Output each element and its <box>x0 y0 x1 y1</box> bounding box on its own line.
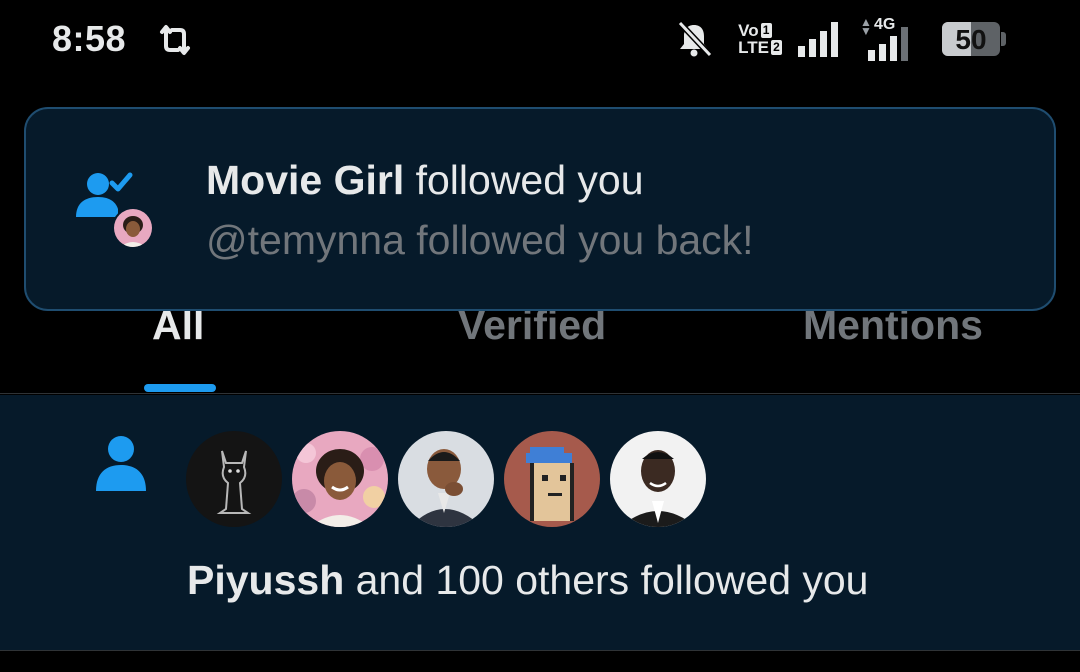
network-indicator: ▲ ▼ 4G <box>860 16 922 62</box>
battery-percent: 50 <box>955 24 987 55</box>
volte-indicator: Vo 1 LTE 2 <box>738 22 782 56</box>
sim-slot-1: 1 <box>760 23 772 38</box>
follow-toast[interactable]: Movie Girl followed you @temynna followe… <box>24 107 1056 311</box>
follower-name[interactable]: Piyussh <box>187 557 344 603</box>
mute-bell-icon <box>677 20 713 58</box>
toast-action: followed you <box>404 157 644 203</box>
person-icon <box>96 436 146 491</box>
toast-avatar <box>112 207 154 249</box>
volte-top-label: Vo <box>738 21 759 40</box>
man-thinking-avatar[interactable] <box>398 431 494 527</box>
signal-sim2-icon <box>868 27 908 61</box>
volte-bottom-label: LTE <box>738 38 769 57</box>
follower-avatars <box>186 431 706 527</box>
woman-flowers-avatar[interactable] <box>292 431 388 527</box>
status-time: 8:58 <box>52 18 127 59</box>
status-bar: 8:58 Vo 1 LTE 2 ▲ ▼ 4G 50 <box>0 0 1080 80</box>
battery-tip <box>1001 32 1006 46</box>
notification-text: Piyussh and 100 others followed you <box>187 557 869 604</box>
sync-icon <box>160 25 190 55</box>
toast-subtitle: @temynna followed you back! <box>206 217 754 263</box>
notification-rest: and 100 others followed you <box>344 557 869 603</box>
man-suit-avatar[interactable] <box>610 431 706 527</box>
active-tab-indicator <box>144 384 216 392</box>
cat-statue-avatar[interactable] <box>186 431 282 527</box>
signal-sim1-icon <box>798 22 838 57</box>
follow-notification[interactable]: Piyussh and 100 others followed you <box>0 395 1080 651</box>
pixel-punk-avatar[interactable] <box>504 431 600 527</box>
next-item-divider <box>0 652 1080 672</box>
battery-indicator: 50 <box>942 22 1006 56</box>
sim-slot-2: 2 <box>771 40 782 55</box>
toast-user-name: Movie Girl <box>206 157 405 203</box>
toast-title: Movie Girl followed you <box>206 157 644 204</box>
status-indicators: Vo 1 LTE 2 ▲ ▼ 4G 50 <box>674 14 1006 64</box>
